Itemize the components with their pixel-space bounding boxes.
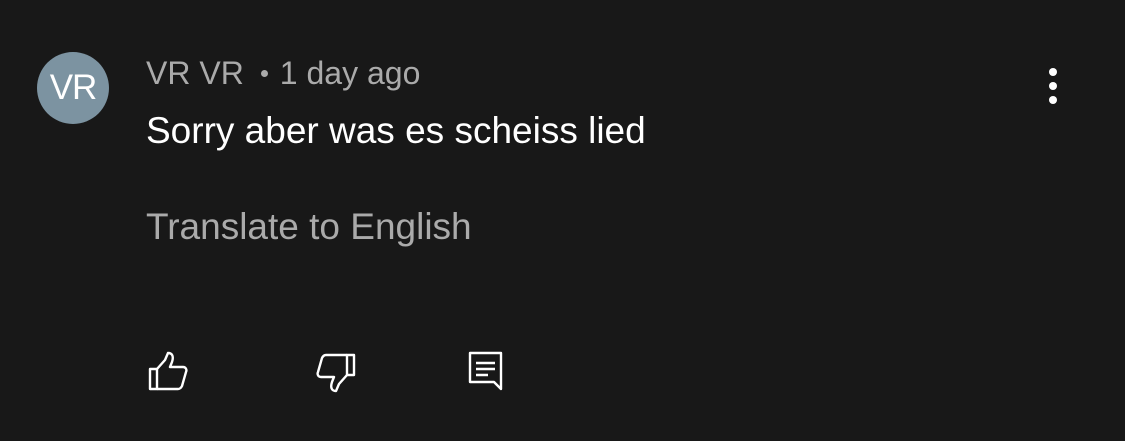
comment-header: VR VR 1 day ago bbox=[146, 52, 420, 94]
author-name[interactable]: VR VR bbox=[146, 55, 244, 92]
thumbs-down-icon bbox=[316, 353, 356, 393]
translate-link[interactable]: Translate to English bbox=[146, 204, 472, 250]
avatar[interactable]: VR bbox=[37, 52, 109, 124]
reply-button[interactable] bbox=[464, 350, 508, 394]
more-vertical-icon bbox=[1049, 68, 1057, 104]
separator-dot bbox=[260, 69, 268, 77]
timestamp: 1 day ago bbox=[279, 54, 421, 91]
comment-text: Sorry aber was es scheiss lied bbox=[146, 110, 646, 151]
like-button[interactable] bbox=[147, 350, 191, 394]
comment-item: VR VR VR 1 day ago Sorry aber was es sch… bbox=[0, 0, 1125, 441]
dislike-button[interactable] bbox=[314, 350, 358, 394]
thumbs-up-icon bbox=[148, 351, 188, 391]
reply-comment-icon bbox=[468, 351, 503, 391]
more-options-button[interactable] bbox=[1032, 64, 1074, 110]
